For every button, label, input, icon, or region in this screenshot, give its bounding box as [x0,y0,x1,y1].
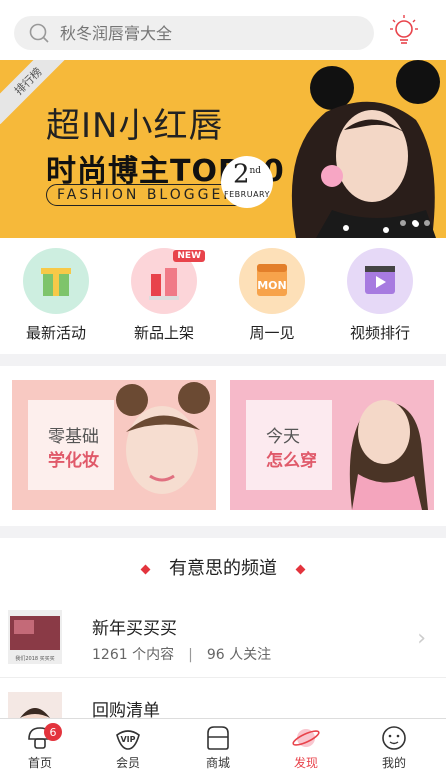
promo-card-outfit[interactable]: 今天 怎么穿 [230,380,434,510]
video-icon [347,248,413,314]
svg-text:VIP: VIP [120,735,135,744]
calendar-icon: MON [239,248,305,314]
profile-face-icon [382,726,406,750]
carousel-dot-active[interactable] [412,220,418,226]
top-bar [0,8,446,60]
category-label: 视频排行 [349,324,410,342]
tab-label: 商城 [205,756,230,770]
promo-card-makeup[interactable]: 零基础 学化妆 [12,380,216,510]
category-label: 新品上架 [133,324,194,342]
channel-thumb-text: 我们2018 买买买 [15,655,54,662]
promo-line1: 零基础 [48,427,99,447]
diamond-icon [140,564,151,574]
channel-followers: 96 人关注 [206,647,272,663]
calendar-text: MON [257,279,287,292]
category-weekly[interactable]: MON 周一见 [222,248,322,343]
tab-shop[interactable]: 商城 [188,723,248,771]
tab-profile[interactable]: 我的 [364,723,424,771]
planet-icon [292,729,320,747]
category-video-ranking[interactable]: 视频排行 [330,248,430,343]
vip-icon: VIP [116,730,140,750]
tab-member[interactable]: VIP 会员 [98,723,158,771]
channel-thumbnail: 我们2018 买买买 [8,610,62,664]
channel-count: 1261 个内容 [92,647,175,663]
notification-badge: 6 [44,723,62,741]
search-bar[interactable] [14,16,374,50]
lightbulb-icon[interactable] [386,12,422,52]
promo-line1: 今天 [266,427,300,447]
banner-model-image [291,60,440,238]
gift-icon [23,248,89,314]
chevron-right-icon: › [417,626,426,651]
channel-name: 新年买买买 [92,619,177,639]
lipstick-icon: NEW [131,248,205,314]
tab-label: 首页 [27,756,52,770]
tab-discover[interactable]: 发现 [276,723,336,771]
diamond-icon [295,564,306,574]
channel-meta: 1261 个内容 | 96 人关注 [92,644,271,664]
carousel-dot[interactable] [400,220,406,226]
tab-home[interactable]: 6 首页 [10,723,70,771]
channel-row[interactable]: 我们2018 买买买 新年买买买 1261 个内容 | 96 人关注 › [0,596,446,678]
category-latest-events[interactable]: 最新活动 [6,248,106,343]
carousel-dot[interactable] [424,220,430,226]
category-new-arrivals[interactable]: NEW 新品上架 [114,248,214,343]
separator: | [188,647,193,663]
promo-line2: 怎么穿 [266,451,317,471]
bottom-tab-bar: 6 首页 VIP 会员 商城 发现 我的 [0,718,446,776]
search-input[interactable] [60,23,340,43]
category-label: 周一见 [249,324,295,342]
category-label: 最新活动 [25,324,86,342]
category-row: 最新活动 NEW 新品上架 MON 周一见 视频排行 [0,238,446,354]
promo-model-image [116,382,210,494]
channels-title: 有意思的频道 [0,554,446,580]
tab-label: 我的 [381,756,406,770]
promo-model-image [349,400,428,510]
tab-label: 会员 [115,756,140,770]
tab-label: 发现 [293,756,318,770]
shop-icon [207,726,229,750]
discover-page: 排行榜 超IN小红唇 时尚博主TOP30 FASHION BLOGGER 2nd… [0,0,446,776]
status-bar [0,0,446,8]
new-badge: NEW [173,250,205,262]
channels-title-text: 有意思的频道 [169,558,277,579]
promo-section: 零基础 学化妆 今天 怎么穿 [0,366,446,526]
carousel-dots[interactable] [400,220,430,226]
top30-banner[interactable]: 排行榜 超IN小红唇 时尚博主TOP30 FASHION BLOGGER 2nd… [0,60,446,238]
promo-line2: 学化妆 [48,451,99,471]
interesting-channels: 有意思的频道 我们2018 买买买 新年买买买 1261 个内容 | 96 人关注 … [0,538,446,746]
banner-title-line1: 超IN小红唇 [46,106,224,146]
search-icon [29,23,49,43]
